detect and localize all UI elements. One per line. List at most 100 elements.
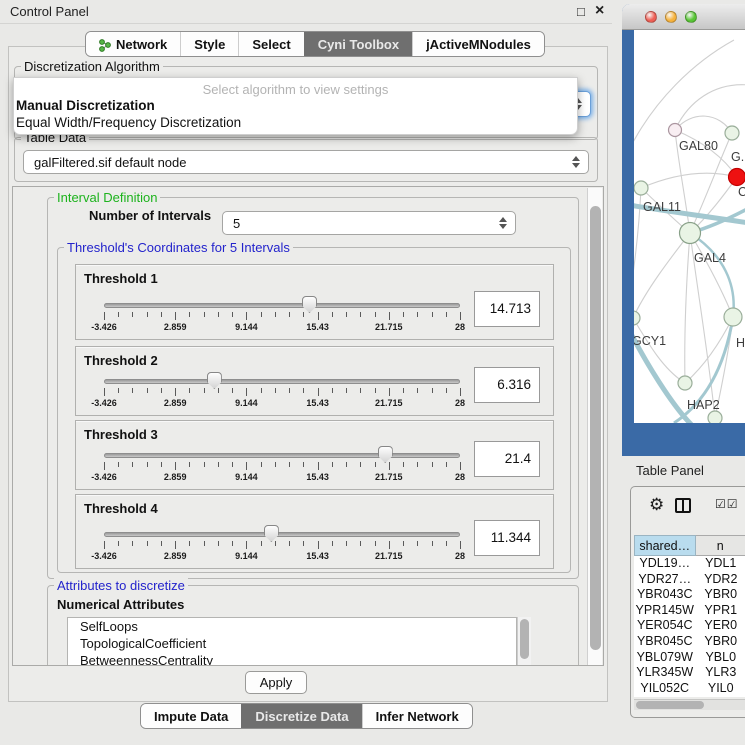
- minor-tick: [289, 541, 290, 546]
- zoom-traffic-light-icon[interactable]: [685, 11, 697, 23]
- threshold-value-field[interactable]: 11.344: [474, 520, 540, 556]
- threshold-value-field[interactable]: 21.4: [474, 441, 540, 477]
- minor-tick: [118, 541, 119, 546]
- network-node-G[interactable]: [725, 126, 739, 140]
- attributes-list-scrollbar[interactable]: [517, 617, 531, 666]
- control-panel-title: Control Panel: [10, 4, 89, 19]
- control-panel-tabbar: NetworkStyle Select Cyni ToolboxjActiveMNo…: [85, 31, 545, 57]
- algorithm-option[interactable]: Equal Width/Frequency Discretization: [14, 114, 577, 131]
- minor-tick: [189, 312, 190, 317]
- column-header-shared-name[interactable]: shared…: [634, 535, 696, 556]
- threshold-panel-1: Threshold 1-3.4262.8599.14415.4321.71528…: [75, 264, 554, 340]
- tab-label: Select: [252, 32, 290, 57]
- node-table[interactable]: shared… n YDL19…YDL1YDR27…YDR2YBR043CYBR…: [634, 535, 745, 697]
- threshold-slider-thumb[interactable]: [378, 446, 393, 463]
- network-node-GAL11[interactable]: [634, 181, 648, 195]
- tab-select[interactable]: Select: [238, 32, 303, 57]
- minor-tick: [432, 462, 433, 467]
- table-rows: YDL19…YDL1YDR27…YDR2YBR043CYBR0YPR145WYP…: [634, 556, 745, 696]
- tab-jactivemnodules[interactable]: jActiveMNodules: [412, 32, 544, 57]
- tab-impute-data[interactable]: Impute Data: [141, 704, 241, 729]
- table-row[interactable]: YPR145WYPR1: [634, 603, 745, 619]
- minor-tick: [275, 462, 276, 467]
- table-cell: YBR0: [695, 634, 745, 650]
- table-cell: YLR3: [695, 665, 745, 681]
- threshold-slider-track[interactable]: [104, 453, 460, 458]
- minimize-traffic-light-icon[interactable]: [665, 11, 677, 23]
- tab-infer-network[interactable]: Infer Network: [362, 704, 472, 729]
- threshold-slider-track[interactable]: [104, 303, 460, 308]
- close-window-icon[interactable]: ×: [595, 2, 604, 20]
- settings-scrollbar[interactable]: [587, 188, 602, 666]
- attribute-list-item[interactable]: SelfLoops: [68, 618, 516, 635]
- tab-network[interactable]: Network: [86, 32, 180, 57]
- tab-discretize-data[interactable]: Discretize Data: [241, 704, 361, 729]
- close-traffic-light-icon[interactable]: [645, 11, 657, 23]
- apply-button[interactable]: Apply: [245, 671, 307, 694]
- threshold-slider-track[interactable]: [104, 532, 460, 537]
- major-tick: [460, 312, 461, 320]
- numerical-attributes-list[interactable]: SelfLoopsTopologicalCoefficientBetweenne…: [67, 617, 517, 666]
- network-window-titlebar[interactable]: [622, 4, 745, 30]
- minor-tick: [432, 388, 433, 393]
- table-row[interactable]: YIL052CYIL0: [634, 681, 745, 697]
- threshold-slider-thumb[interactable]: [207, 372, 222, 389]
- table-row[interactable]: YBL079WYBL0: [634, 650, 745, 666]
- network-node-GAL80[interactable]: [669, 124, 682, 137]
- threshold-slider-thumb[interactable]: [302, 296, 317, 313]
- network-node-HAP2[interactable]: [678, 376, 692, 390]
- table-data-combobox[interactable]: galFiltered.sif default node: [23, 150, 589, 174]
- tab-label: Discretize Data: [255, 704, 348, 729]
- network-node-GAL4[interactable]: [680, 223, 701, 244]
- num-intervals-combobox[interactable]: 5: [222, 211, 516, 235]
- algorithm-option[interactable]: Manual Discretization: [14, 97, 577, 114]
- threshold-slider-track[interactable]: [104, 379, 460, 384]
- settings-scrollbar-thumb[interactable]: [590, 206, 601, 650]
- table-row[interactable]: YDL19…YDL1: [634, 556, 745, 572]
- table-row[interactable]: YDR27…YDR2: [634, 572, 745, 588]
- algorithm-options: Manual DiscretizationEqual Width/Frequen…: [14, 97, 577, 131]
- gear-icon[interactable]: ⚙: [649, 495, 664, 515]
- checkboxes-icon[interactable]: ☑☑: [715, 497, 739, 511]
- network-node-GCY1[interactable]: [634, 311, 640, 325]
- table-cell: YDR27…: [634, 572, 695, 588]
- table-row[interactable]: YER054CYER0: [634, 618, 745, 634]
- network-node-red-node[interactable]: [729, 169, 745, 186]
- network-node-label: C: [738, 185, 745, 199]
- major-tick: [104, 312, 105, 320]
- table-horizontal-scrollbar[interactable]: [634, 699, 745, 710]
- network-node-label: GAL80: [679, 139, 718, 153]
- attributes-scrollbar-thumb[interactable]: [520, 619, 529, 659]
- tab-label: Impute Data: [154, 704, 228, 729]
- network-canvas[interactable]: GAL80G.CGAL11GAL4GCY1HHAP2: [634, 30, 745, 423]
- threshold-label: Threshold 4: [84, 501, 158, 516]
- columns-icon[interactable]: [675, 498, 691, 513]
- scale-label: 2.859: [164, 322, 187, 332]
- network-node-partial-node[interactable]: [708, 411, 722, 423]
- scale-label: 9.144: [235, 322, 258, 332]
- minor-tick: [218, 462, 219, 467]
- float-window-icon[interactable]: □: [577, 4, 585, 19]
- threshold-value-field[interactable]: 6.316: [474, 367, 540, 403]
- table-row[interactable]: YBR045CYBR0: [634, 634, 745, 650]
- table-cell: YDL1: [695, 556, 745, 572]
- table-row[interactable]: YLR345WYLR3: [634, 665, 745, 681]
- column-header-name[interactable]: n: [696, 535, 745, 556]
- tab-style[interactable]: Style: [180, 32, 238, 57]
- tab-cyni-toolbox[interactable]: Cyni Toolbox: [304, 32, 412, 57]
- attribute-list-item[interactable]: BetweennessCentrality: [68, 652, 516, 666]
- threshold-value-field[interactable]: 14.713: [474, 291, 540, 327]
- minor-tick: [360, 388, 361, 393]
- attribute-list-item[interactable]: TopologicalCoefficient: [68, 635, 516, 652]
- table-scrollbar-thumb[interactable]: [636, 701, 704, 709]
- minor-tick: [147, 388, 148, 393]
- table-row[interactable]: YBR043CYBR0: [634, 587, 745, 603]
- minor-tick: [261, 462, 262, 467]
- numerical-attributes-label: Numerical Attributes: [57, 597, 184, 612]
- minor-tick: [118, 388, 119, 393]
- network-node-H[interactable]: [724, 308, 742, 326]
- minor-tick: [432, 312, 433, 317]
- threshold-slider-thumb[interactable]: [264, 525, 279, 542]
- major-tick: [246, 312, 247, 320]
- threshold-label: Threshold 3: [84, 427, 158, 442]
